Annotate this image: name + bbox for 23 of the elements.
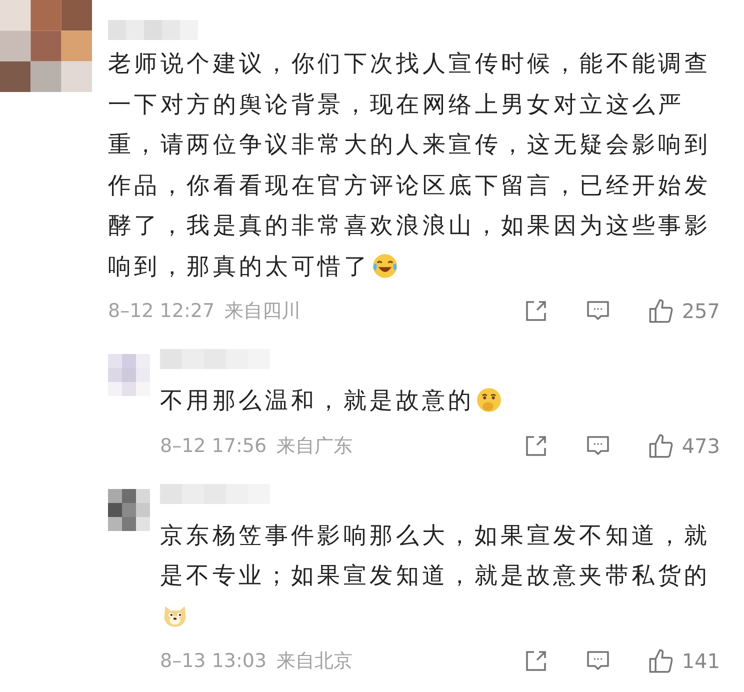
comment-location: 来自四川 — [224, 299, 301, 324]
reply-time: 8–13 13:03 — [160, 650, 267, 672]
like-button[interactable]: 141 — [648, 648, 720, 674]
comment-time: 8–12 12:27 — [108, 300, 215, 322]
comment-icon[interactable] — [586, 434, 610, 458]
share-icon[interactable] — [524, 434, 548, 458]
reply-location: 来自北京 — [276, 649, 353, 674]
thumbs-up-icon — [648, 648, 674, 674]
comment-text: 老师说个建议，你们下次找人宣传时候，能不能调查一下对方的舆论背景，现在网络上男女对立这么严重，请两位争议非常大的人来宣传，这无疑会影响到作品，你看看现在官方评论区底下留言，已经开始发酵了，我是真的非常喜欢浪浪山，如果因为这些事影响到，那真的太可惜了 — [108, 50, 712, 282]
laughing-crying-emoji-icon — [372, 252, 398, 278]
share-icon[interactable] — [524, 649, 548, 673]
thinking-face-emoji-icon — [476, 387, 502, 413]
reply-time: 8–12 17:56 — [160, 434, 267, 456]
reply-location: 来自广东 — [276, 434, 353, 458]
reply-text: 京东杨笠事件影响那么大，如果宣发不知道，就是不专业；如果宣发知道，就是故意夹带私货的 — [160, 516, 724, 637]
reply-text: 不用那么温和，就是故意的 — [160, 381, 724, 422]
thumbs-up-icon — [648, 432, 674, 458]
thumbs-up-icon — [648, 298, 674, 324]
comment-icon[interactable] — [586, 649, 610, 673]
comment-icon[interactable] — [586, 299, 610, 323]
like-button[interactable]: 473 — [648, 432, 720, 458]
like-button[interactable]: 257 — [648, 298, 720, 324]
share-icon[interactable] — [524, 299, 548, 323]
